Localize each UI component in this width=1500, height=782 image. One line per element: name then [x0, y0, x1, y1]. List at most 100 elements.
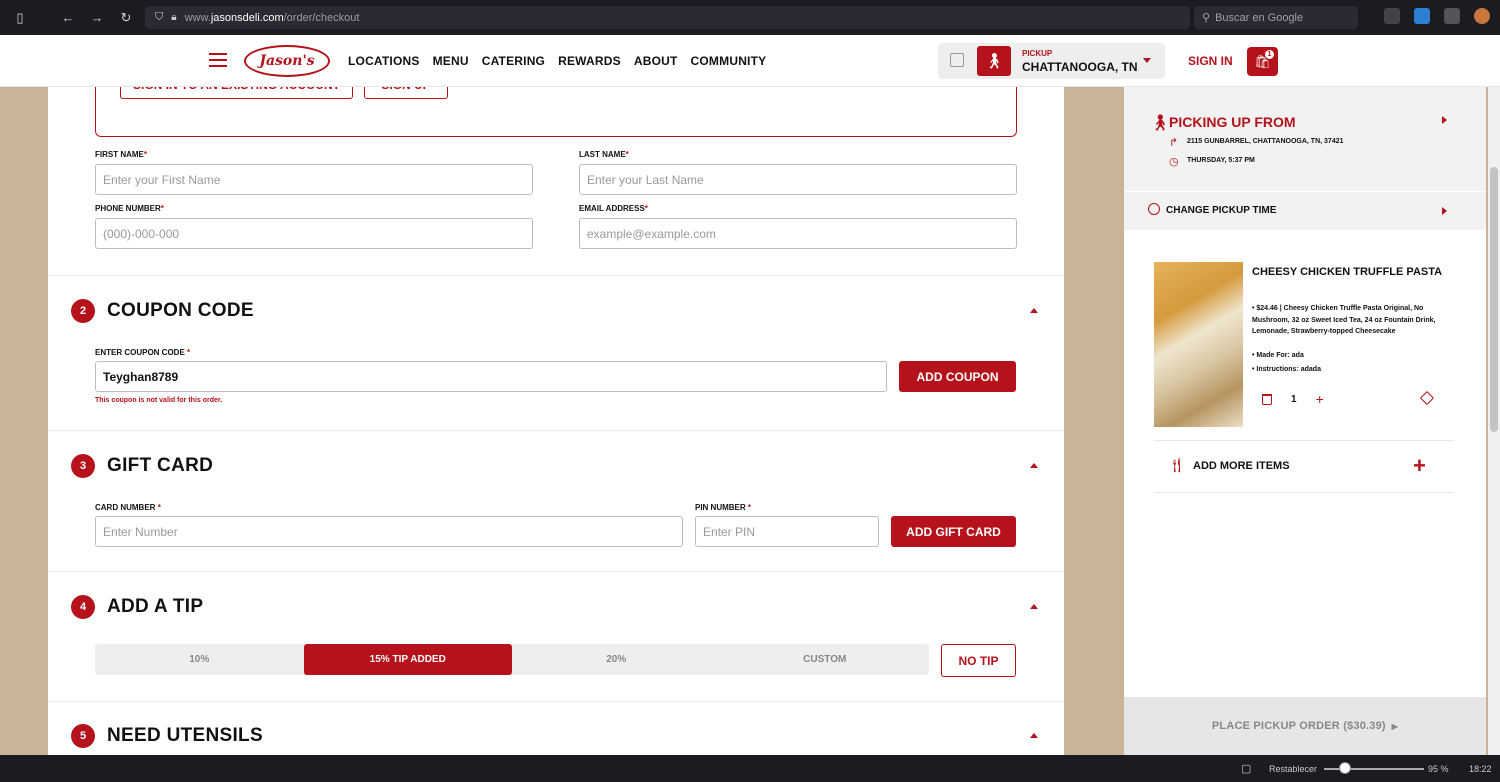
- profile-avatar[interactable]: [1474, 8, 1490, 24]
- address-bar[interactable]: ⛉ 🔒︎ www.jasonsdeli.com/order/checkout: [145, 6, 1190, 29]
- puzzle-icon[interactable]: [1444, 8, 1460, 24]
- chevron-up-icon[interactable]: [1030, 604, 1038, 609]
- tip-options: 10% 15% TIP ADDED 20% CUSTOM: [95, 644, 929, 675]
- screen-icon[interactable]: ▢: [1241, 762, 1251, 775]
- extension-icon[interactable]: [1414, 8, 1430, 24]
- card-number-field[interactable]: Enter Number: [95, 516, 683, 547]
- divider: [1154, 492, 1454, 493]
- add-gift-card-button[interactable]: ADD GIFT CARD: [891, 516, 1016, 547]
- checkout-form: SIGN IN TO AN EXISTING ACCOUNT SIGN UP F…: [48, 87, 1064, 755]
- section-number-badge: 3: [71, 454, 95, 478]
- add-coupon-button[interactable]: ADD COUPON: [899, 361, 1016, 392]
- order-summary-sidebar: 🚶︎ PICKING UP FROM ↱ 2115 GUNBARREL, CHA…: [1124, 87, 1486, 755]
- item-made-for: • Made For: ada: [1252, 352, 1304, 359]
- section-number-badge: 5: [71, 724, 95, 748]
- place-order-label: PLACE PICKUP ORDER ($30.39): [1211, 720, 1386, 732]
- nav-menu[interactable]: MENU: [433, 54, 469, 68]
- site-header: Jason's LOCATIONS MENU CATERING REWARDS …: [0, 35, 1500, 87]
- cart-button[interactable]: 🛍︎ 1: [1247, 47, 1278, 76]
- plus-icon[interactable]: +: [1413, 453, 1426, 479]
- chevron-right-icon[interactable]: [1442, 116, 1447, 124]
- nav-about[interactable]: ABOUT: [634, 54, 678, 68]
- quantity-value: 1: [1291, 393, 1297, 405]
- chevron-down-icon[interactable]: [1143, 58, 1151, 63]
- section-number-badge: 2: [71, 299, 95, 323]
- browser-toolbar: ▯ ← → ↻ ⛉ 🔒︎ www.jasonsdeli.com/order/ch…: [0, 0, 1500, 35]
- cart-count-badge: 1: [1265, 50, 1274, 59]
- last-name-field[interactable]: Enter your Last Name: [579, 164, 1017, 195]
- url-text: www.jasonsdeli.com/order/checkout: [184, 11, 360, 24]
- zoom-slider-handle[interactable]: [1339, 762, 1351, 774]
- nav-catering[interactable]: CATERING: [482, 54, 545, 68]
- coupon-code-input[interactable]: Teyghan8789: [95, 361, 887, 392]
- nav-community[interactable]: COMMUNITY: [691, 54, 767, 68]
- main-nav: LOCATIONS MENU CATERING REWARDS ABOUT CO…: [348, 54, 766, 68]
- pin-number-field[interactable]: Enter PIN: [695, 516, 879, 547]
- extension-icon[interactable]: [1384, 8, 1400, 24]
- sign-in-existing-button[interactable]: SIGN IN TO AN EXISTING ACCOUNT: [120, 87, 353, 99]
- walking-person-icon[interactable]: 🚶︎: [977, 46, 1011, 76]
- email-field[interactable]: example@example.com: [579, 218, 1017, 249]
- walking-person-icon: 🚶︎: [1150, 115, 1171, 132]
- zoom-level: 95 %: [1428, 764, 1449, 774]
- directions-icon: ↱: [1169, 137, 1179, 149]
- pickup-address: 2115 GUNBARREL, CHATTANOOGA, TN, 37421: [1187, 138, 1344, 145]
- scrollbar[interactable]: [1488, 87, 1500, 755]
- plus-icon[interactable]: +: [1316, 391, 1324, 407]
- chevron-right-icon[interactable]: [1442, 207, 1447, 215]
- clock: 18:22: [1469, 764, 1492, 774]
- pickup-selector[interactable]: 🚶︎ PICKUP CHATTANOOGA, TN: [938, 43, 1165, 79]
- first-name-field[interactable]: Enter your First Name: [95, 164, 533, 195]
- chevron-up-icon[interactable]: [1030, 463, 1038, 468]
- reload-icon[interactable]: ↻: [117, 9, 135, 27]
- clock-icon: [1148, 203, 1160, 215]
- trash-icon[interactable]: [1262, 393, 1272, 405]
- reset-zoom-button[interactable]: Restablecer: [1269, 764, 1317, 774]
- account-box: SIGN IN TO AN EXISTING ACCOUNT SIGN UP: [95, 87, 1017, 137]
- tip-option-20[interactable]: 20%: [512, 644, 721, 675]
- chevron-up-icon[interactable]: [1030, 308, 1038, 313]
- nav-rewards[interactable]: REWARDS: [558, 54, 621, 68]
- pickup-label: PICKUP: [1022, 49, 1053, 58]
- sign-in-link[interactable]: SIGN IN: [1188, 54, 1233, 68]
- change-pickup-time-row[interactable]: CHANGE PICKUP TIME: [1124, 192, 1486, 230]
- chevron-right-icon: ▶: [1391, 721, 1399, 731]
- item-description: • $24.46 | Cheesy Chicken Truffle Pasta …: [1252, 305, 1436, 335]
- chevron-up-icon[interactable]: [1030, 733, 1038, 738]
- back-icon[interactable]: ←: [59, 9, 77, 27]
- tip-option-custom[interactable]: CUSTOM: [721, 644, 930, 675]
- change-pickup-time-label: CHANGE PICKUP TIME: [1166, 205, 1277, 216]
- nav-locations[interactable]: LOCATIONS: [348, 54, 420, 68]
- browser-search-field[interactable]: ⚲ Buscar en Google: [1194, 6, 1358, 29]
- shield-icon: ⛉: [155, 11, 164, 23]
- coupon-section-title: COUPON CODE: [107, 300, 254, 321]
- forward-icon[interactable]: →: [88, 9, 106, 27]
- divider: [48, 275, 1064, 276]
- no-tip-button[interactable]: NO TIP: [941, 644, 1016, 677]
- last-name-label: LAST NAME*: [579, 150, 629, 159]
- utensils-section-title: NEED UTENSILS: [107, 725, 263, 746]
- pencil-icon[interactable]: [1419, 390, 1435, 406]
- card-number-label: CARD NUMBER *: [95, 503, 161, 512]
- sign-up-button[interactable]: SIGN UP: [364, 87, 448, 99]
- scrollbar-thumb[interactable]: [1490, 167, 1498, 432]
- hamburger-menu-icon[interactable]: [209, 53, 227, 67]
- fork-knife-icon: 🍴︎: [1168, 457, 1186, 473]
- phone-field[interactable]: (000)-000-000: [95, 218, 533, 249]
- picking-up-title: PICKING UP FROM: [1169, 114, 1296, 130]
- tip-option-10[interactable]: 10%: [95, 644, 304, 675]
- add-more-items-label[interactable]: ADD MORE ITEMS: [1193, 460, 1290, 472]
- sidebar-toggle-icon[interactable]: ▯: [11, 9, 29, 27]
- pickup-location: CHATTANOOGA, TN: [1022, 60, 1138, 74]
- coupon-error-message: This coupon is not valid for this order.: [95, 397, 223, 404]
- search-icon: ⚲: [1202, 12, 1211, 24]
- delivery-bag-icon[interactable]: [950, 53, 964, 67]
- gift-card-section-title: GIFT CARD: [107, 455, 214, 476]
- search-placeholder: Buscar en Google: [1215, 11, 1304, 24]
- lock-icon: 🔒︎: [171, 12, 177, 23]
- pickup-time: THURSDAY, 5:37 PM: [1187, 157, 1255, 164]
- place-order-button[interactable]: PLACE PICKUP ORDER ($30.39) ▶: [1124, 697, 1486, 755]
- jasons-deli-logo[interactable]: Jason's: [244, 45, 330, 77]
- tip-option-15[interactable]: 15% TIP ADDED: [303, 644, 512, 675]
- picking-up-panel[interactable]: 🚶︎ PICKING UP FROM ↱ 2115 GUNBARREL, CHA…: [1124, 87, 1486, 191]
